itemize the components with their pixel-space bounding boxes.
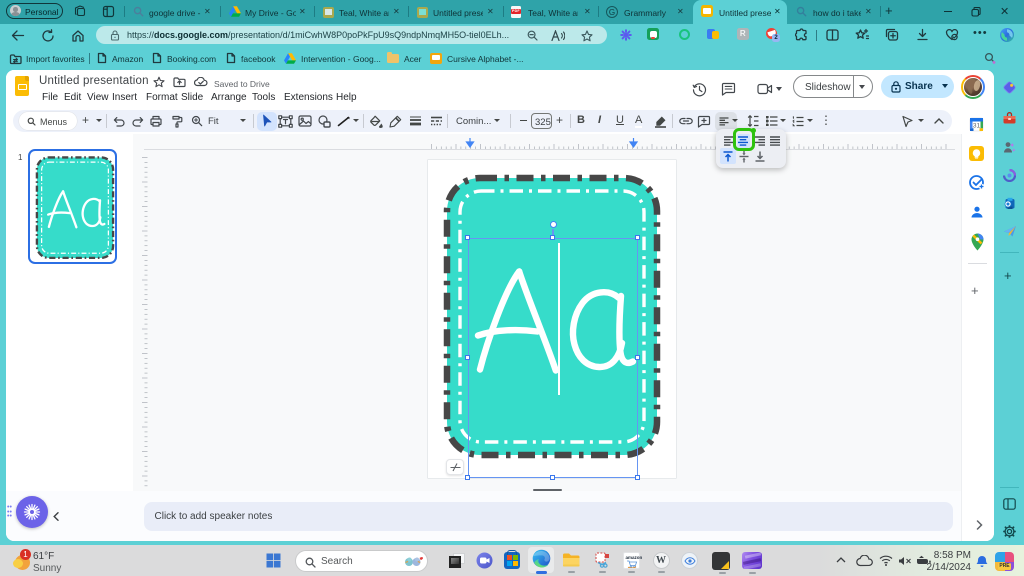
svg-text:31: 31 (973, 122, 981, 129)
